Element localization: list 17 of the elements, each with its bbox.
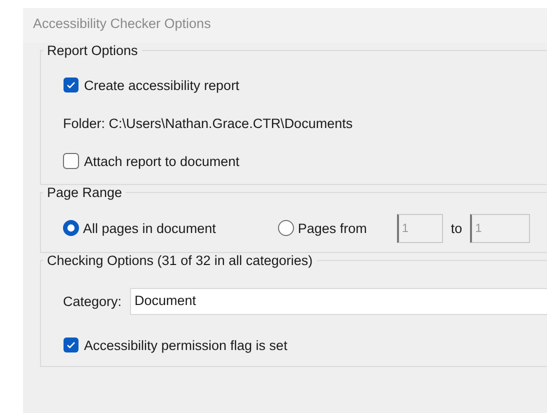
radio-label[interactable]: Pages from [298,220,367,236]
checkbox[interactable] [63,153,79,169]
radio-button[interactable] [278,220,294,236]
checkbox-label[interactable]: Accessibility permission flag is set [84,338,288,352]
radio-button[interactable] [63,220,79,236]
folder-path: Folder: C:\Users\Nathan.Grace.CTR\Documents [63,116,353,130]
checkbox-label[interactable]: Attach report to document [84,154,240,168]
category-field[interactable]: Document [130,288,547,314]
category-label: Category: [63,294,122,308]
checkbox-label[interactable]: Create accessibility report [84,78,240,92]
group-title: Checking Options (31 of 32 in all categories) [46,253,314,268]
radio-label[interactable]: All pages in document [83,220,216,236]
checkbox[interactable] [63,337,79,353]
to-label: to [450,220,462,236]
group-title: Page Range [46,185,124,200]
group-title: Report Options [46,43,139,58]
checkbox[interactable] [63,77,79,93]
